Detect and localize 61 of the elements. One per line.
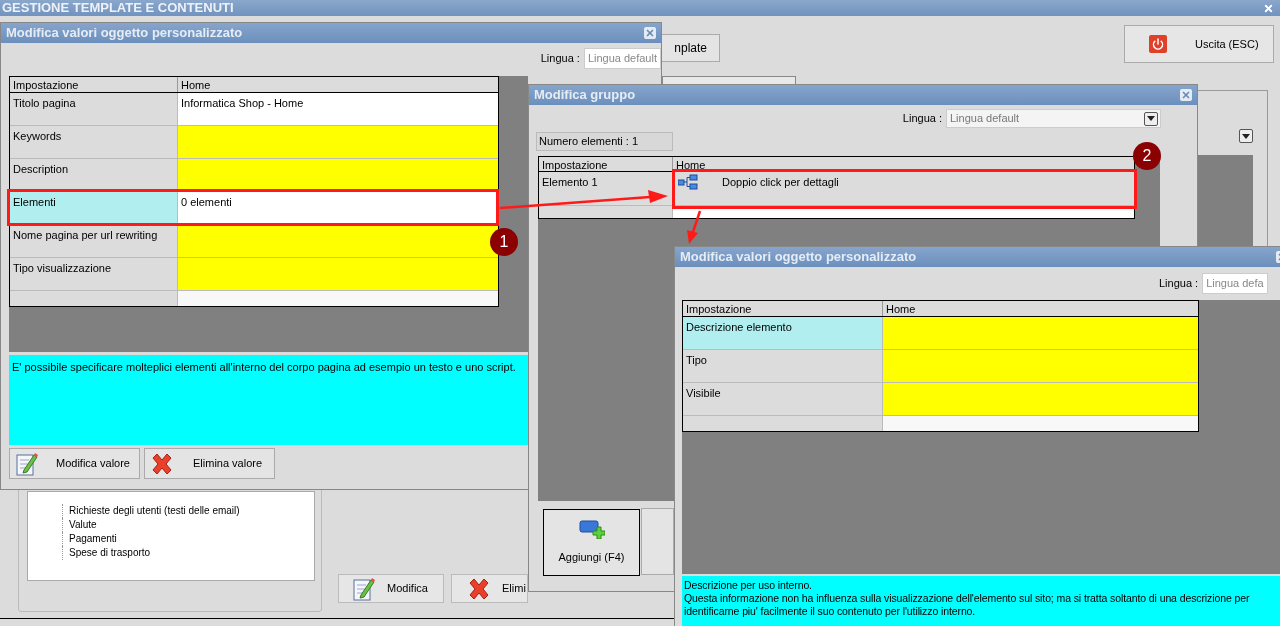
dropdown-caret-icon[interactable]	[1144, 111, 1158, 126]
tree-item[interactable]: Valute	[62, 518, 314, 532]
column-header: Home	[675, 158, 707, 171]
add-screen-icon	[578, 519, 605, 540]
dropdown-caret-icon[interactable]	[1239, 129, 1253, 143]
language-field[interactable]: Lingua defa	[1202, 273, 1268, 294]
tree-item[interactable]: Pagamenti	[62, 532, 314, 546]
tree-item[interactable]: Spese di trasporto	[62, 546, 314, 560]
partial-button[interactable]	[641, 508, 674, 575]
delete-value-button[interactable]: Elimina valore	[144, 448, 275, 479]
column-header: Impostazione	[683, 301, 883, 316]
value-cell[interactable]	[178, 225, 498, 257]
help-text: Questa informazione non ha influenza sulla visualizzazione dell'elemento sul sito; ma si tratta soltanto di una descrizione per	[684, 591, 1251, 605]
value-cell[interactable]	[883, 317, 1198, 349]
language-dropdown[interactable]: Lingua default	[946, 109, 1161, 128]
edit-document-icon	[353, 575, 375, 602]
pointer-arrow	[687, 210, 702, 244]
close-icon[interactable]	[644, 27, 656, 39]
exit-button[interactable]: Uscita (ESC)	[1124, 25, 1274, 63]
value-cell[interactable]	[178, 258, 498, 290]
dialog-title: Modifica gruppo	[534, 86, 636, 105]
close-icon[interactable]	[1263, 2, 1274, 14]
value-cell[interactable]: Doppio click per dettagli	[673, 172, 1134, 205]
column-header: Home	[180, 78, 212, 92]
help-text: identificarne piu' facilmente il suo contenuto per l'utilizzo interno.	[684, 604, 977, 618]
app-title: GESTIONE TEMPLATE E CONTENUTI	[2, 0, 234, 18]
element-count: Numero elementi : 1	[536, 132, 673, 151]
value-cell[interactable]	[883, 350, 1198, 382]
dialog-title: Modifica valori oggetto personalizzato	[6, 24, 243, 43]
value-cell[interactable]	[883, 383, 1198, 415]
setting-cell[interactable]: Tipo	[683, 350, 883, 382]
setting-cell[interactable]: Visibile	[683, 383, 883, 415]
tree-item[interactable]: Richieste degli utenti (testi delle email)	[62, 504, 314, 518]
value-cell[interactable]	[178, 159, 498, 191]
help-text: Descrizione per uso interno.	[684, 578, 813, 592]
edit-button[interactable]: Modifica	[338, 574, 444, 603]
column-header: Home	[885, 302, 917, 316]
delete-button[interactable]: Elimi	[451, 574, 528, 603]
column-header: Impostazione	[539, 157, 673, 171]
edit-document-icon	[16, 450, 38, 477]
column-header: Impostazione	[10, 77, 178, 92]
value-cell[interactable]	[178, 126, 498, 158]
language-label: Lingua :	[902, 111, 942, 127]
setting-cell[interactable]: Nome pagina per url rewriting	[10, 225, 178, 257]
setting-cell[interactable]: Descrizione elemento	[683, 317, 883, 349]
power-icon	[1149, 35, 1167, 53]
language-label: Lingua :	[540, 51, 580, 67]
setting-cell[interactable]: Description	[10, 159, 178, 191]
dialog-title: Modifica valori oggetto personalizzato	[680, 248, 917, 267]
language-label: Lingua :	[1159, 276, 1199, 292]
edit-value-button[interactable]: Modifica valore	[9, 448, 140, 479]
setting-cell[interactable]: Elemento 1	[539, 172, 673, 205]
close-icon[interactable]	[1180, 89, 1192, 101]
add-button[interactable]: Aggiungi (F4)	[543, 509, 640, 576]
setting-cell[interactable]: Elementi	[10, 192, 178, 224]
hierarchy-icon	[678, 174, 698, 190]
setting-cell[interactable]: Tipo visualizzazione	[10, 258, 178, 290]
help-text: E' possibile specificare molteplici elementi all'interno del corpo pagina ad esempio un testo e uno script.	[12, 360, 517, 375]
setting-cell[interactable]: Titolo pagina	[10, 93, 178, 125]
setting-cell[interactable]: Keywords	[10, 126, 178, 158]
language-field[interactable]: Lingua default	[583, 48, 661, 69]
